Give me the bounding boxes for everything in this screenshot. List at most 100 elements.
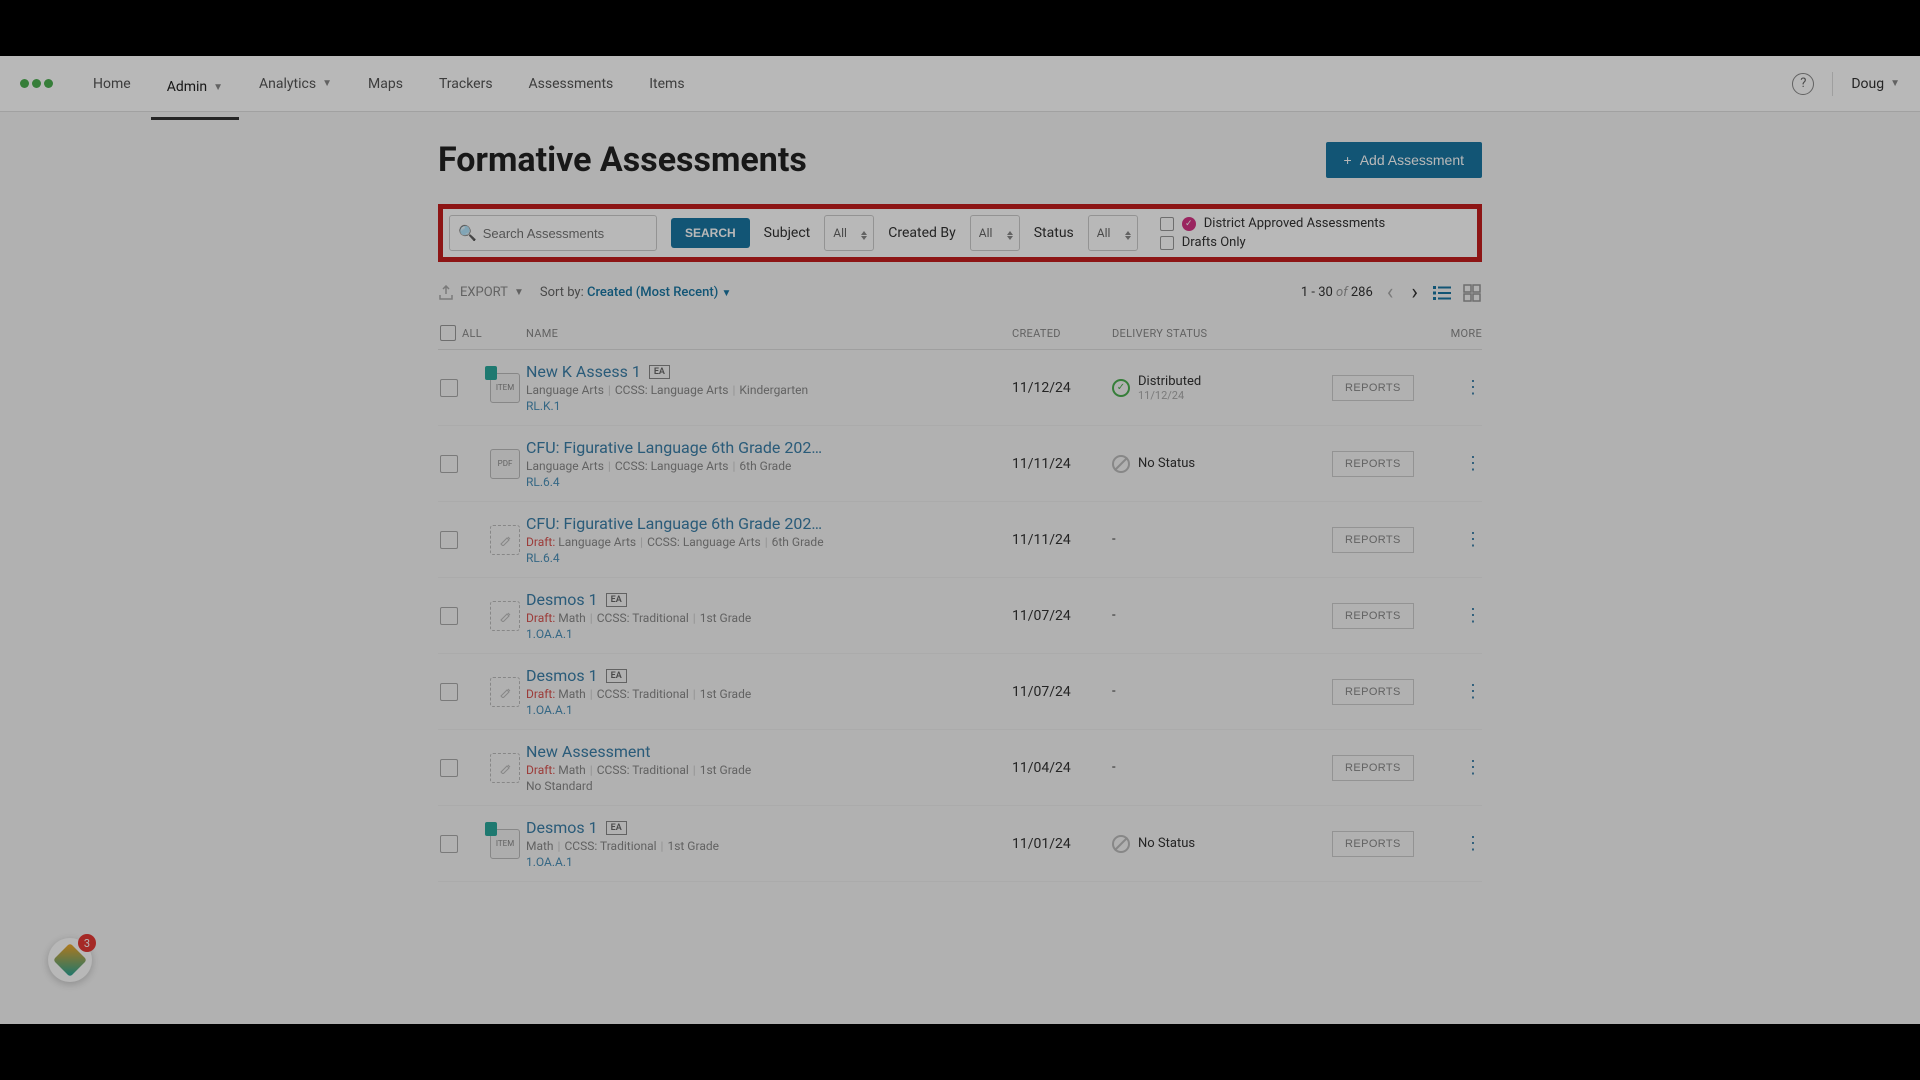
col-created: CREATED: [1012, 327, 1112, 340]
row-name-cell: Desmos 1 EADraft: Math|CCSS: Traditional…: [526, 590, 1012, 641]
assessment-meta: Draft: Language Arts|CCSS: Language Arts…: [526, 535, 1012, 549]
nav-item-maps[interactable]: Maps: [352, 68, 419, 100]
row-checkbox[interactable]: [440, 379, 458, 397]
assessment-title-link[interactable]: CFU: Figurative Language 6th Grade 202…: [526, 514, 1012, 533]
assessment-meta: Draft: Math|CCSS: Traditional|1st Grade: [526, 687, 1012, 701]
reports-button[interactable]: REPORTS: [1332, 527, 1414, 553]
delivery-status: ✓Distributed11/12/24: [1112, 374, 1332, 402]
subject-select[interactable]: All: [824, 215, 874, 251]
filter-checkboxes: ✓ District Approved Assessments Drafts O…: [1160, 216, 1386, 250]
standard-link: No Standard: [526, 779, 1012, 793]
created-date: 11/04/24: [1012, 760, 1112, 776]
nav-item-items[interactable]: Items: [633, 68, 700, 100]
reports-button[interactable]: REPORTS: [1332, 831, 1414, 857]
assessment-title-link[interactable]: Desmos 1 EA: [526, 590, 1012, 609]
reports-button[interactable]: REPORTS: [1332, 679, 1414, 705]
assessment-meta: Language Arts|CCSS: Language Arts|6th Gr…: [526, 459, 1012, 473]
delivery-status: -: [1112, 532, 1332, 547]
table-row: CFU: Figurative Language 6th Grade 202… D…: [438, 502, 1482, 578]
nav-item-analytics[interactable]: Analytics▼: [243, 68, 348, 100]
row-checkbox[interactable]: [440, 683, 458, 701]
row-more-menu[interactable]: ⋮: [1432, 453, 1482, 474]
reports-button[interactable]: REPORTS: [1332, 603, 1414, 629]
delivery-status: -: [1112, 608, 1332, 623]
row-more-menu[interactable]: ⋮: [1432, 529, 1482, 550]
floating-notification-badge[interactable]: [48, 938, 92, 982]
standard-link[interactable]: RL.6.4: [526, 551, 1012, 565]
status-select[interactable]: All: [1088, 215, 1138, 251]
row-name-cell: Desmos 1 EA Math|CCSS: Traditional|1st Gr…: [526, 818, 1012, 869]
chevron-down-icon: ▼: [722, 288, 732, 299]
district-approved-checkbox[interactable]: [1160, 217, 1174, 231]
assessment-title-link[interactable]: New Assessment: [526, 742, 1012, 761]
row-more-menu[interactable]: ⋮: [1432, 605, 1482, 626]
row-checkbox[interactable]: [440, 835, 458, 853]
page-title: Formative Assessments: [438, 140, 807, 180]
sort-label: Sort by:: [540, 285, 584, 300]
draft-label: Draft:: [526, 535, 555, 549]
standard-link[interactable]: 1.OA.A.1: [526, 703, 1012, 717]
navbar: HomeAdmin▼Analytics▼MapsTrackersAssessme…: [0, 56, 1920, 112]
table-row: Desmos 1 EADraft: Math|CCSS: Traditional…: [438, 578, 1482, 654]
row-checkbox[interactable]: [440, 531, 458, 549]
nav-item-trackers[interactable]: Trackers: [423, 68, 509, 100]
export-button[interactable]: EXPORT ▼: [438, 285, 524, 301]
assessment-thumbnail-icon: [490, 601, 520, 631]
assessment-thumbnail-icon: [490, 525, 520, 555]
grid-view-icon[interactable]: [1462, 283, 1482, 303]
created-date: 11/07/24: [1012, 684, 1112, 700]
table-row: PDF CFU: Figurative Language 6th Grade 20…: [438, 426, 1482, 502]
ea-badge: EA: [606, 669, 627, 683]
search-input[interactable]: [483, 226, 648, 241]
reports-button[interactable]: REPORTS: [1332, 375, 1414, 401]
assessment-title-link[interactable]: Desmos 1 EA: [526, 818, 1012, 837]
reports-button[interactable]: REPORTS: [1332, 755, 1414, 781]
assessment-thumbnail-icon: PDF: [490, 449, 520, 479]
standard-link[interactable]: RL.K.1: [526, 399, 1012, 413]
district-approved-label: District Approved Assessments: [1204, 216, 1386, 231]
subject-label: Subject: [764, 225, 811, 241]
pagination-prev-button[interactable]: ‹: [1383, 280, 1398, 305]
row-checkbox[interactable]: [440, 607, 458, 625]
nav-item-admin[interactable]: Admin▼: [151, 68, 239, 120]
pagination-next-button[interactable]: ›: [1407, 280, 1422, 305]
row-name-cell: Desmos 1 EA Draft: Math|CCSS: Traditional…: [526, 666, 1012, 717]
drafts-only-checkbox[interactable]: [1160, 236, 1174, 250]
chevron-down-icon: ▼: [322, 78, 332, 89]
search-button[interactable]: SEARCH: [671, 218, 750, 248]
add-assessment-button[interactable]: + Add Assessment: [1326, 142, 1482, 178]
nav-item-assessments[interactable]: Assessments: [513, 68, 630, 100]
row-more-menu[interactable]: ⋮: [1432, 681, 1482, 702]
user-menu[interactable]: Doug ▼: [1851, 76, 1900, 92]
status-label: Status: [1034, 225, 1074, 241]
createdby-label: Created By: [888, 225, 955, 241]
assessment-meta: Language Arts|CCSS: Language Arts|Kinder…: [526, 383, 1012, 397]
standard-link[interactable]: RL.6.4: [526, 475, 1012, 489]
createdby-select[interactable]: All: [970, 215, 1020, 251]
assessment-title-link[interactable]: New K Assess 1 EA: [526, 362, 1012, 381]
standard-link[interactable]: 1.OA.A.1: [526, 627, 1012, 641]
assessment-meta: Math|CCSS: Traditional|1st Grade: [526, 839, 1012, 853]
standard-link[interactable]: 1.OA.A.1: [526, 855, 1012, 869]
nav-item-home[interactable]: Home: [77, 68, 147, 100]
row-more-menu[interactable]: ⋮: [1432, 757, 1482, 778]
status-distributed-icon: ✓: [1112, 379, 1130, 397]
col-all: ALL: [462, 327, 482, 340]
row-name-cell: CFU: Figurative Language 6th Grade 202… D…: [526, 514, 1012, 565]
chevron-down-icon: ▼: [514, 287, 524, 298]
table-row: Desmos 1 EA Draft: Math|CCSS: Traditional…: [438, 654, 1482, 730]
created-date: 11/11/24: [1012, 532, 1112, 548]
row-more-menu[interactable]: ⋮: [1432, 377, 1482, 398]
chevron-down-icon: ▼: [1890, 78, 1900, 89]
row-name-cell: New AssessmentDraft: Math|CCSS: Traditio…: [526, 742, 1012, 793]
row-checkbox[interactable]: [440, 455, 458, 473]
list-view-icon[interactable]: [1432, 283, 1452, 303]
select-all-checkbox[interactable]: [440, 325, 456, 341]
assessment-title-link[interactable]: Desmos 1 EA: [526, 666, 1012, 685]
reports-button[interactable]: REPORTS: [1332, 451, 1414, 477]
sort-control[interactable]: Sort by: Created (Most Recent) ▼: [540, 285, 732, 300]
assessment-title-link[interactable]: CFU: Figurative Language 6th Grade 202…: [526, 438, 1012, 457]
help-icon[interactable]: ?: [1792, 73, 1814, 95]
row-more-menu[interactable]: ⋮: [1432, 833, 1482, 854]
row-checkbox[interactable]: [440, 759, 458, 777]
